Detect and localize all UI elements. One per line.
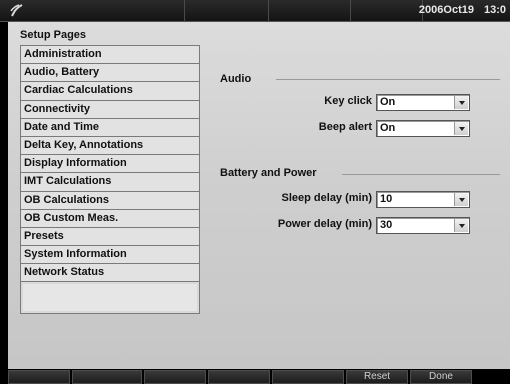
wave-logo-icon [8, 2, 26, 19]
setup-pages-title: Setup Pages [20, 29, 87, 41]
softkey-5[interactable] [272, 370, 344, 384]
setup-pages-list: Administration Audio, Battery Cardiac Ca… [20, 45, 200, 315]
key-click-label: Key click [324, 95, 372, 107]
power-delay-select[interactable]: 30 [376, 217, 470, 234]
date-time-readout: 2006Oct19 13:0 [409, 4, 506, 16]
softkey-3[interactable] [144, 370, 206, 384]
power-delay-label: Power delay (min) [277, 218, 372, 230]
status-divider [268, 0, 269, 22]
date-text: 2006Oct19 [418, 4, 474, 16]
sidebar-item-display-information[interactable]: Display Information [21, 155, 199, 174]
chevron-down-icon[interactable] [454, 96, 468, 109]
sleep-delay-value: 10 [380, 193, 393, 205]
ultrasound-setup-screen: 2006Oct19 13:0 Setup Pages Administration… [0, 0, 510, 384]
sidebar-item-network-status[interactable]: Network Status [21, 264, 199, 283]
softkey-2[interactable] [72, 370, 142, 384]
sleep-delay-label: Sleep delay (min) [281, 192, 372, 204]
key-click-select[interactable]: On [376, 94, 470, 111]
beep-alert-label: Beep alert [318, 121, 372, 133]
sleep-delay-select[interactable]: 10 [376, 191, 470, 208]
audio-section-title: Audio [220, 73, 252, 85]
reset-button[interactable]: Reset [346, 370, 408, 384]
sidebar-item-cardiac-calculations[interactable]: Cardiac Calculations [21, 82, 199, 101]
softkey-4[interactable] [208, 370, 270, 384]
time-text: 13:0 [483, 4, 506, 16]
sidebar-item-ob-calculations[interactable]: OB Calculations [21, 192, 199, 210]
sidebar-item-audio-battery[interactable]: Audio, Battery [21, 64, 199, 83]
chevron-down-icon[interactable] [454, 122, 468, 135]
sidebar-empty-area [21, 282, 199, 314]
beep-alert-select[interactable]: On [376, 120, 470, 137]
status-bar: 2006Oct19 13:0 [0, 0, 510, 22]
sidebar-item-system-information[interactable]: System Information [21, 246, 199, 265]
sidebar-item-delta-key-annotations[interactable]: Delta Key, Annotations [21, 137, 199, 156]
sidebar-item-connectivity[interactable]: Connectivity [21, 101, 199, 119]
sidebar-item-administration[interactable]: Administration [21, 46, 199, 65]
softkey-1[interactable] [8, 370, 70, 384]
sidebar-item-ob-custom-meas[interactable]: OB Custom Meas. [21, 210, 199, 228]
audio-section-divider [276, 79, 500, 80]
battery-section-title: Battery and Power [220, 167, 317, 179]
chevron-down-icon[interactable] [454, 219, 468, 232]
sidebar-item-date-and-time[interactable]: Date and Time [21, 119, 199, 137]
beep-alert-value: On [380, 122, 396, 134]
battery-section-divider [342, 174, 500, 175]
chevron-down-icon[interactable] [454, 193, 468, 206]
sidebar-item-imt-calculations[interactable]: IMT Calculations [21, 173, 199, 192]
power-delay-value: 30 [380, 219, 393, 231]
sidebar-item-presets[interactable]: Presets [21, 228, 199, 247]
status-divider [184, 0, 185, 22]
softkey-bar: Reset Done [0, 369, 510, 384]
done-button[interactable]: Done [410, 370, 472, 384]
key-click-value: On [380, 96, 396, 108]
status-divider [350, 0, 351, 22]
setup-panel: Setup Pages Administration Audio, Batter… [8, 22, 510, 369]
